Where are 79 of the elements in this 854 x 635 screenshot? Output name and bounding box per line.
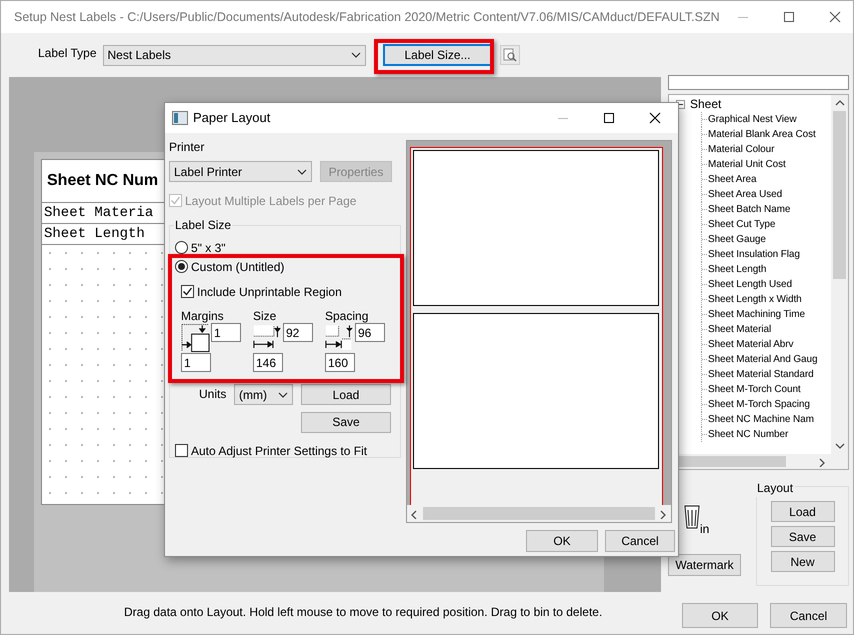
tree-item[interactable]: Sheet Insulation Flag <box>708 247 800 262</box>
radio-label: 5" x 3" <box>191 240 226 256</box>
maximize-icon[interactable] <box>784 12 794 22</box>
combo-box[interactable]: Label Printer <box>169 161 312 182</box>
combo-box[interactable]: Nest Labels <box>102 44 366 66</box>
tree-item[interactable]: Sheet Cut Type <box>708 217 776 232</box>
tree-item[interactable]: Sheet Machining Time <box>708 307 805 322</box>
tree-item[interactable]: Sheet M-Torch Spacing <box>708 397 810 412</box>
tree-item[interactable]: Sheet M-Torch Count <box>708 382 801 397</box>
checkbox[interactable] <box>181 285 194 298</box>
tree-item[interactable]: Material Unit Cost <box>708 157 786 172</box>
input-field[interactable]: 160 <box>325 353 355 372</box>
window-title: Setup Nest Labels - C:/Users/Public/Documents/Autodesk/Fabrication 2020/Metric Content/V7.06/MIS/CAMduct/DEFAULT.SZN <box>14 8 720 26</box>
input-field[interactable]: 146 <box>253 353 283 372</box>
combo-box[interactable]: (mm) <box>234 384 293 405</box>
tree-item[interactable]: Sheet NC Machine Nam <box>708 412 814 427</box>
chevron-down-icon <box>350 52 360 58</box>
radio-label: Custom (Untitled) <box>191 258 284 276</box>
ok-button[interactable]: OK <box>526 530 598 552</box>
cancel-button[interactable]: Cancel <box>770 603 847 628</box>
ok-button[interactable]: OK <box>682 603 758 628</box>
scroll-up-icon[interactable] <box>834 98 846 108</box>
chevron-down-icon <box>278 392 288 398</box>
group-label: Spacing <box>325 309 370 323</box>
spacing-icon <box>325 323 354 353</box>
tree-item[interactable]: Sheet NC Number <box>708 427 788 442</box>
label-type-label: Label Type <box>38 44 96 62</box>
label-field: Sheet Length <box>44 224 145 244</box>
label-field: Sheet Materia <box>44 202 154 224</box>
layout-button[interactable]: New <box>770 551 834 572</box>
input-field[interactable]: 1 <box>211 323 241 342</box>
checkbox-label: Layout Multiple Labels per Page <box>185 192 356 210</box>
bin-label: in <box>700 521 710 538</box>
radio-button[interactable] <box>175 241 188 254</box>
tree-item[interactable]: Sheet Length Used <box>708 277 792 292</box>
tree-item[interactable]: Material Blank Area Cost <box>708 127 816 142</box>
search-field[interactable] <box>668 75 849 90</box>
checkbox[interactable] <box>175 444 188 457</box>
input-field[interactable]: 96 <box>355 323 385 342</box>
tree-item[interactable]: Sheet Length x Width <box>708 292 802 307</box>
save-button[interactable]: Save <box>301 412 391 432</box>
cancel-button[interactable]: Cancel <box>605 530 675 552</box>
dialog-title: Paper Layout <box>193 109 270 128</box>
load-button[interactable]: Load <box>301 384 391 405</box>
tree-item[interactable]: Sheet Material Standard <box>708 367 814 382</box>
tree-item[interactable]: Sheet Length <box>708 262 766 277</box>
radio-button[interactable] <box>175 260 188 273</box>
layout-button[interactable]: Save <box>770 526 834 547</box>
tree-item[interactable]: Sheet Material And Gaug <box>708 352 818 367</box>
tree-item[interactable]: Graphical Nest View <box>708 112 797 127</box>
tree-item[interactable]: Material Colour <box>708 142 774 157</box>
window-icon <box>172 111 188 125</box>
chevron-down-icon <box>297 168 307 174</box>
tree-item[interactable]: Sheet Area Used <box>708 187 782 202</box>
group-label: Size <box>253 309 278 323</box>
label-title: Sheet NC Num <box>47 171 158 191</box>
status-text: Drag data onto Layout. Hold left mouse to move to required position. Drag to bin to delete. <box>124 604 602 620</box>
tree-item[interactable]: Sheet Gauge <box>708 232 766 247</box>
vertical-scrollbar[interactable] <box>831 95 848 454</box>
checkbox-label: Include Unprintable Region <box>197 284 342 300</box>
watermark-button[interactable]: Watermark <box>668 554 741 576</box>
horizontal-scrollbar[interactable] <box>407 505 671 522</box>
input-field[interactable]: 1 <box>181 353 211 372</box>
maximize-icon[interactable] <box>604 113 614 123</box>
tree-item[interactable]: Sheet <box>690 95 722 113</box>
input-field[interactable]: 92 <box>283 323 313 342</box>
printer-label: Printer <box>169 140 206 155</box>
checkbox-label: Auto Adjust Printer Settings to Fit <box>191 442 368 460</box>
scroll-down-icon[interactable] <box>834 441 846 451</box>
margins-icon <box>181 323 210 353</box>
units-label: Units <box>199 386 228 403</box>
layout-button[interactable]: Load <box>770 501 834 522</box>
tree-item[interactable]: Sheet Material <box>708 322 772 337</box>
bin-icon[interactable] <box>684 504 700 530</box>
group-label: Margins <box>181 309 225 323</box>
tree-item[interactable]: Sheet Area <box>708 172 756 187</box>
preview-icon[interactable] <box>500 45 520 65</box>
tree-item[interactable]: Sheet Batch Name <box>708 202 790 217</box>
tree-item[interactable]: Sheet Material Abrv <box>708 337 794 352</box>
